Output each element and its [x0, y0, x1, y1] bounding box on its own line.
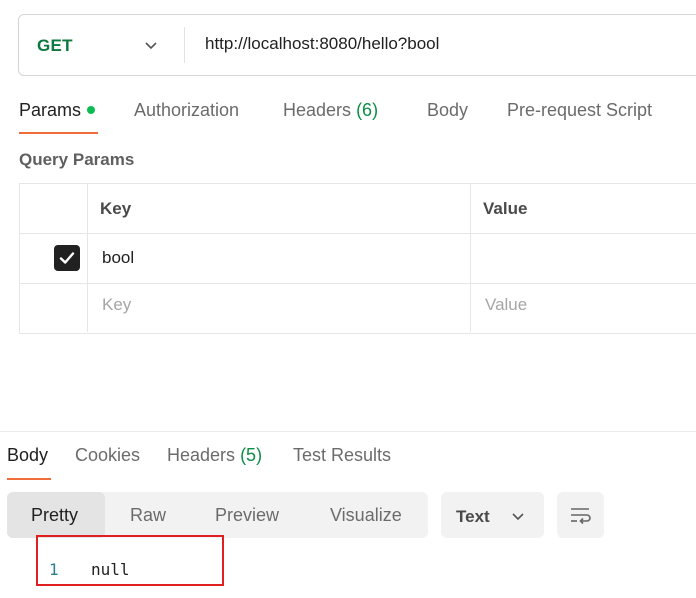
method-select[interactable]: GET: [37, 36, 73, 56]
tab-label: Headers: [167, 445, 236, 465]
table-divider: [470, 183, 471, 332]
response-tab-body[interactable]: Body: [7, 445, 48, 466]
tab-params[interactable]: Params: [19, 100, 96, 121]
response-tab-headers[interactable]: Headers (5): [167, 445, 262, 466]
table-divider: [87, 183, 88, 332]
view-mode-visualize[interactable]: Visualize: [330, 505, 402, 526]
view-mode-pretty[interactable]: Pretty: [31, 505, 78, 526]
response-divider: [0, 431, 696, 432]
param-enabled-checkbox[interactable]: [54, 245, 80, 271]
tab-label: Headers: [283, 100, 352, 120]
format-selected: Text: [456, 507, 490, 526]
highlight-box: [36, 535, 224, 586]
response-body-line: null: [91, 560, 130, 579]
chevron-down-icon: [512, 513, 524, 521]
tab-pre-request-script[interactable]: Pre-request Script: [507, 100, 652, 121]
table-divider: [19, 283, 696, 284]
check-icon: [59, 252, 75, 264]
column-header-value: Value: [483, 199, 528, 218]
line-number: 1: [49, 560, 59, 579]
active-tab-indicator: [19, 132, 98, 134]
tab-headers[interactable]: Headers (6): [283, 100, 378, 121]
response-tab-test-results[interactable]: Test Results: [293, 445, 391, 466]
response-headers-count: (5): [240, 445, 263, 465]
param-key-cell[interactable]: bool: [102, 248, 134, 268]
tab-label: Params: [19, 100, 82, 120]
headers-count: (6): [356, 100, 379, 120]
response-tab-cookies[interactable]: Cookies: [75, 445, 140, 466]
view-mode-raw[interactable]: Raw: [130, 505, 166, 526]
response-active-tab-indicator: [7, 478, 51, 480]
request-url-bar: GET http://localhost:8080/hello?bool: [18, 14, 696, 76]
query-params-title: Query Params: [19, 150, 135, 169]
url-input[interactable]: http://localhost:8080/hello?bool: [205, 34, 439, 54]
column-header-key: Key: [100, 199, 132, 218]
params-active-dot: [87, 106, 96, 114]
tab-body[interactable]: Body: [427, 100, 468, 121]
view-mode-preview[interactable]: Preview: [215, 505, 279, 526]
chevron-down-icon[interactable]: [143, 37, 159, 53]
wrap-lines-icon: [571, 508, 591, 525]
tab-authorization[interactable]: Authorization: [134, 100, 239, 121]
url-divider: [184, 27, 185, 63]
table-divider: [19, 233, 696, 234]
new-param-value-input[interactable]: Value: [485, 295, 527, 315]
new-param-key-input[interactable]: Key: [102, 295, 131, 315]
